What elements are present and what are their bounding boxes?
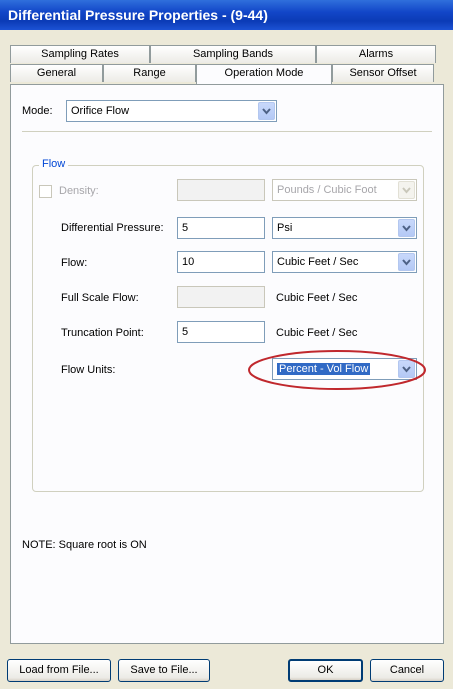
dialog-window: Differential Pressure Properties - (9-44… (0, 0, 453, 689)
density-unit-value: Pounds / Cubic Foot (277, 184, 377, 196)
chevron-down-icon[interactable] (398, 219, 415, 237)
mode-label: Mode: (22, 105, 53, 117)
tab-operation-mode[interactable]: Operation Mode (196, 64, 332, 84)
flow-unit-value: Cubic Feet / Sec (277, 256, 359, 268)
flow-unit-select[interactable]: Cubic Feet / Sec (272, 251, 417, 273)
flow-input[interactable]: 10 (177, 251, 265, 273)
tab-sensor-offset[interactable]: Sensor Offset (332, 64, 434, 82)
load-from-file-button[interactable]: Load from File... (7, 659, 111, 682)
flow-group-title: Flow (39, 158, 69, 170)
separator-line (22, 131, 432, 132)
tab-panel-operation-mode: Mode: Orifice Flow Flow Density: Pounds … (10, 84, 444, 644)
tab-sampling-rates[interactable]: Sampling Rates (10, 45, 150, 63)
tab-row-1: Sampling Rates Sampling Bands Alarms (10, 45, 436, 63)
flow-units-label: Flow Units: (61, 364, 116, 376)
differential-pressure-input[interactable]: 5 (177, 217, 265, 239)
save-to-file-button[interactable]: Save to File... (118, 659, 210, 682)
full-scale-flow-unit: Cubic Feet / Sec (276, 292, 358, 304)
chevron-down-icon[interactable] (398, 181, 415, 199)
tab-general[interactable]: General (10, 64, 103, 82)
truncation-point-input[interactable]: 5 (177, 321, 265, 343)
tab-sampling-bands[interactable]: Sampling Bands (150, 45, 316, 63)
tab-range[interactable]: Range (103, 64, 196, 82)
highlight-ellipse (248, 350, 426, 390)
ok-button[interactable]: OK (288, 659, 363, 682)
square-root-note: NOTE: Square root is ON (22, 539, 147, 551)
density-label: Density: (59, 185, 99, 197)
chevron-down-icon[interactable] (398, 253, 415, 271)
flow-label: Flow: (61, 257, 88, 269)
density-checkbox[interactable] (39, 185, 52, 198)
differential-pressure-unit-select[interactable]: Psi (272, 217, 417, 239)
title-bar: Differential Pressure Properties - (9-44… (0, 0, 453, 30)
full-scale-flow-input (177, 286, 265, 308)
truncation-point-label: Truncation Point: (61, 327, 144, 339)
differential-pressure-label: Differential Pressure: (61, 222, 164, 234)
density-input[interactable] (177, 179, 265, 201)
truncation-point-unit: Cubic Feet / Sec (276, 327, 358, 339)
differential-pressure-unit-value: Psi (277, 222, 293, 234)
cancel-button[interactable]: Cancel (370, 659, 444, 682)
full-scale-flow-label: Full Scale Flow: (61, 292, 139, 304)
chevron-down-icon[interactable] (258, 102, 275, 120)
density-unit-select[interactable]: Pounds / Cubic Foot (272, 179, 417, 201)
tab-alarms[interactable]: Alarms (316, 45, 436, 63)
tab-row-2: General Range Operation Mode Sensor Offs… (10, 64, 434, 84)
mode-select-value: Orifice Flow (71, 105, 130, 117)
mode-select[interactable]: Orifice Flow (66, 100, 277, 122)
